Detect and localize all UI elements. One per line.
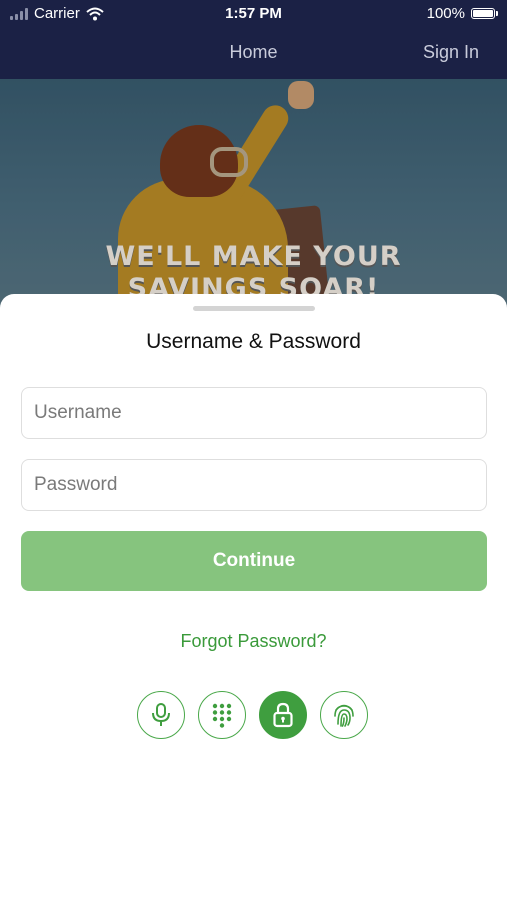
battery-icon xyxy=(471,8,498,19)
login-sheet: Username & Password Continue Forgot Pass… xyxy=(0,294,507,900)
hero-banner: WE'LL MAKE YOUR SAVINGS SOAR! xyxy=(0,79,507,309)
forgot-password-link[interactable]: Forgot Password? xyxy=(0,631,507,652)
pin-auth-button[interactable] xyxy=(198,691,246,739)
sign-in-link[interactable]: Sign In xyxy=(423,42,479,63)
fingerprint-icon xyxy=(334,704,354,727)
password-auth-button[interactable] xyxy=(259,691,307,739)
username-field[interactable] xyxy=(21,387,487,439)
continue-button[interactable]: Continue xyxy=(21,531,487,591)
password-field[interactable] xyxy=(21,459,487,511)
top-bar: Carrier 1:57 PM 100% Home Sign In xyxy=(0,0,507,79)
status-right: 100% xyxy=(426,5,498,22)
biometric-auth-button[interactable] xyxy=(320,691,368,739)
hero-headline-line1: WE'LL MAKE YOUR xyxy=(105,241,402,272)
lock-icon xyxy=(273,702,293,728)
battery-percent: 100% xyxy=(426,5,465,22)
keypad-icon xyxy=(212,703,232,728)
sheet-title: Username & Password xyxy=(146,330,361,353)
sheet-grabber[interactable] xyxy=(193,306,315,311)
voice-auth-button[interactable] xyxy=(137,691,185,739)
microphone-icon xyxy=(152,703,170,726)
auth-method-selector xyxy=(137,691,368,739)
status-bar: Carrier 1:57 PM 100% xyxy=(0,0,507,28)
